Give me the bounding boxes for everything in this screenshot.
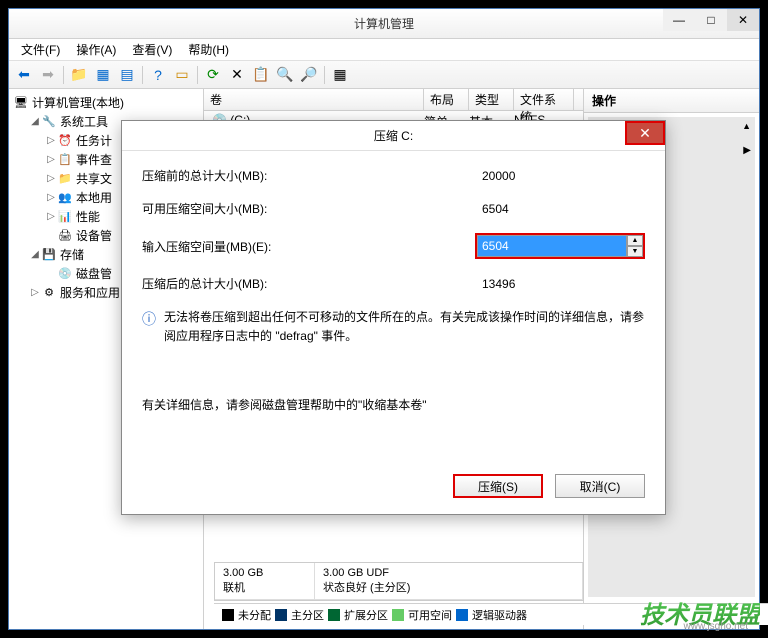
settings-icon[interactable]: ▦ <box>329 64 351 86</box>
menu-help[interactable]: 帮助(H) <box>180 39 237 60</box>
actions-header: 操作 <box>584 89 759 113</box>
grid-icon[interactable]: ▤ <box>116 64 138 86</box>
separator <box>142 66 143 84</box>
users-icon: 👥 <box>57 190 73 206</box>
disk-row: 3.00 GB 联机 3.00 GB UDF 状态良好 (主分区) <box>215 563 583 600</box>
col-volume[interactable]: 卷 <box>204 89 424 110</box>
legend-extended-box <box>328 609 340 621</box>
value-avail: 6504 <box>482 202 509 216</box>
help-text: 有关详细信息，请参阅磁盘管理帮助中的"收缩基本卷" <box>142 396 645 413</box>
dialog-close-button[interactable]: ✕ <box>625 121 665 145</box>
titlebar: 计算机管理 — □ ✕ <box>9 9 759 39</box>
toolbar: ⬅ ➡ 📁 ▦ ▤ ? ▭ ⟳ ✕ 📋 🔍 🔎 ▦ <box>9 61 759 89</box>
dialog-buttons: 压缩(S) 取消(C) <box>453 474 645 498</box>
close-button[interactable]: ✕ <box>727 9 759 31</box>
shrink-dialog: 压缩 C: ✕ 压缩前的总计大小(MB): 20000 可用压缩空间大小(MB)… <box>121 120 666 515</box>
menu-action[interactable]: 操作(A) <box>68 39 124 60</box>
help-icon[interactable]: ? <box>147 64 169 86</box>
disk-info-cell: 3.00 GB 联机 <box>215 563 315 599</box>
list-icon[interactable]: ▦ <box>92 64 114 86</box>
computer-icon: 🖥 <box>13 95 29 111</box>
spinner-up[interactable]: ▲ <box>627 235 643 246</box>
disk-icon: 💿 <box>57 266 73 282</box>
value-after: 13496 <box>482 277 515 291</box>
services-icon: ⚙ <box>41 285 57 301</box>
tools-icon: 🔧 <box>41 114 57 130</box>
shrink-amount-input[interactable] <box>477 235 627 257</box>
shared-icon: 📁 <box>57 171 73 187</box>
list-header: 卷 布局 类型 文件系统 <box>204 89 583 111</box>
up-arrow-icon[interactable]: ▲ <box>742 121 751 131</box>
folder-icon[interactable]: 📁 <box>68 64 90 86</box>
window-controls: — □ ✕ <box>663 9 759 31</box>
tree-root[interactable]: 🖥 计算机管理(本地) <box>13 93 199 112</box>
menu-view[interactable]: 查看(V) <box>124 39 180 60</box>
window-icon[interactable]: ▭ <box>171 64 193 86</box>
expand-icon[interactable]: ▷ <box>45 135 57 147</box>
collapse-icon[interactable]: ◢ <box>29 116 41 128</box>
watermark-url: www.jsgho.net <box>684 621 748 632</box>
info-icon: ⓘ <box>142 308 156 324</box>
legend-unalloc-box <box>222 609 234 621</box>
row-input: 输入压缩空间量(MB)(E): ▲ ▼ <box>142 233 645 259</box>
row-before: 压缩前的总计大小(MB): 20000 <box>142 167 645 184</box>
properties-icon[interactable]: 📋 <box>250 64 272 86</box>
delete-icon[interactable]: ✕ <box>226 64 248 86</box>
dialog-body: 压缩前的总计大小(MB): 20000 可用压缩空间大小(MB): 6504 输… <box>122 151 665 429</box>
col-fs[interactable]: 文件系统 <box>514 89 574 110</box>
window-title: 计算机管理 <box>354 15 414 32</box>
row-avail: 可用压缩空间大小(MB): 6504 <box>142 200 645 217</box>
spinner-buttons: ▲ ▼ <box>627 235 643 257</box>
legend-logical-label: 逻辑驱动器 <box>472 607 527 623</box>
menu-file[interactable]: 文件(F) <box>13 39 68 60</box>
info-box: ⓘ 无法将卷压缩到超出任何不可移动的文件所在的点。有关完成该操作时间的详细信息，… <box>142 308 645 346</box>
spinner-down[interactable]: ▼ <box>627 246 643 257</box>
row-after: 压缩后的总计大小(MB): 13496 <box>142 275 645 292</box>
col-type[interactable]: 类型 <box>469 89 514 110</box>
menubar: 文件(F) 操作(A) 查看(V) 帮助(H) <box>9 39 759 61</box>
info-text: 无法将卷压缩到超出任何不可移动的文件所在的点。有关完成该操作时间的详细信息，请参… <box>164 308 645 346</box>
expand-icon[interactable]: ▷ <box>45 173 57 185</box>
value-before: 20000 <box>482 169 515 183</box>
legend-logical-box <box>456 609 468 621</box>
dialog-titlebar: 压缩 C: ✕ <box>122 121 665 151</box>
device-icon: 🖨 <box>57 228 73 244</box>
dialog-title: 压缩 C: <box>374 127 413 144</box>
separator <box>197 66 198 84</box>
expand-icon[interactable]: ▷ <box>45 154 57 166</box>
back-button[interactable]: ⬅ <box>13 64 35 86</box>
expand-icon[interactable]: ▷ <box>45 211 57 223</box>
maximize-button[interactable]: □ <box>695 9 727 31</box>
minimize-button[interactable]: — <box>663 9 695 31</box>
expand-icon[interactable]: ▷ <box>45 192 57 204</box>
cancel-button[interactable]: 取消(C) <box>555 474 645 498</box>
legend-free-box <box>392 609 404 621</box>
event-icon: 📋 <box>57 152 73 168</box>
legend-extended-label: 扩展分区 <box>344 607 388 623</box>
disk-bottom-panel: 3.00 GB 联机 3.00 GB UDF 状态良好 (主分区) <box>214 562 584 601</box>
separator <box>63 66 64 84</box>
separator <box>324 66 325 84</box>
more-arrow-icon[interactable]: ▶ <box>743 145 751 156</box>
search-icon[interactable]: 🔍 <box>274 64 296 86</box>
forward-button[interactable]: ➡ <box>37 64 59 86</box>
col-layout[interactable]: 布局 <box>424 89 469 110</box>
legend-free-label: 可用空间 <box>408 607 452 623</box>
collapse-icon[interactable]: ◢ <box>29 249 41 261</box>
legend-primary-box <box>275 609 287 621</box>
find-icon[interactable]: 🔎 <box>298 64 320 86</box>
storage-icon: 💾 <box>41 247 57 263</box>
legend-primary-label: 主分区 <box>291 607 324 623</box>
clock-icon: ⏰ <box>57 133 73 149</box>
expand-icon[interactable]: ▷ <box>29 287 41 299</box>
refresh-icon[interactable]: ⟳ <box>202 64 224 86</box>
disk-partition-cell[interactable]: 3.00 GB UDF 状态良好 (主分区) <box>315 563 583 599</box>
legend-unalloc-label: 未分配 <box>238 607 271 623</box>
input-wrap: ▲ ▼ <box>475 233 645 259</box>
perf-icon: 📊 <box>57 209 73 225</box>
shrink-button[interactable]: 压缩(S) <box>453 474 543 498</box>
